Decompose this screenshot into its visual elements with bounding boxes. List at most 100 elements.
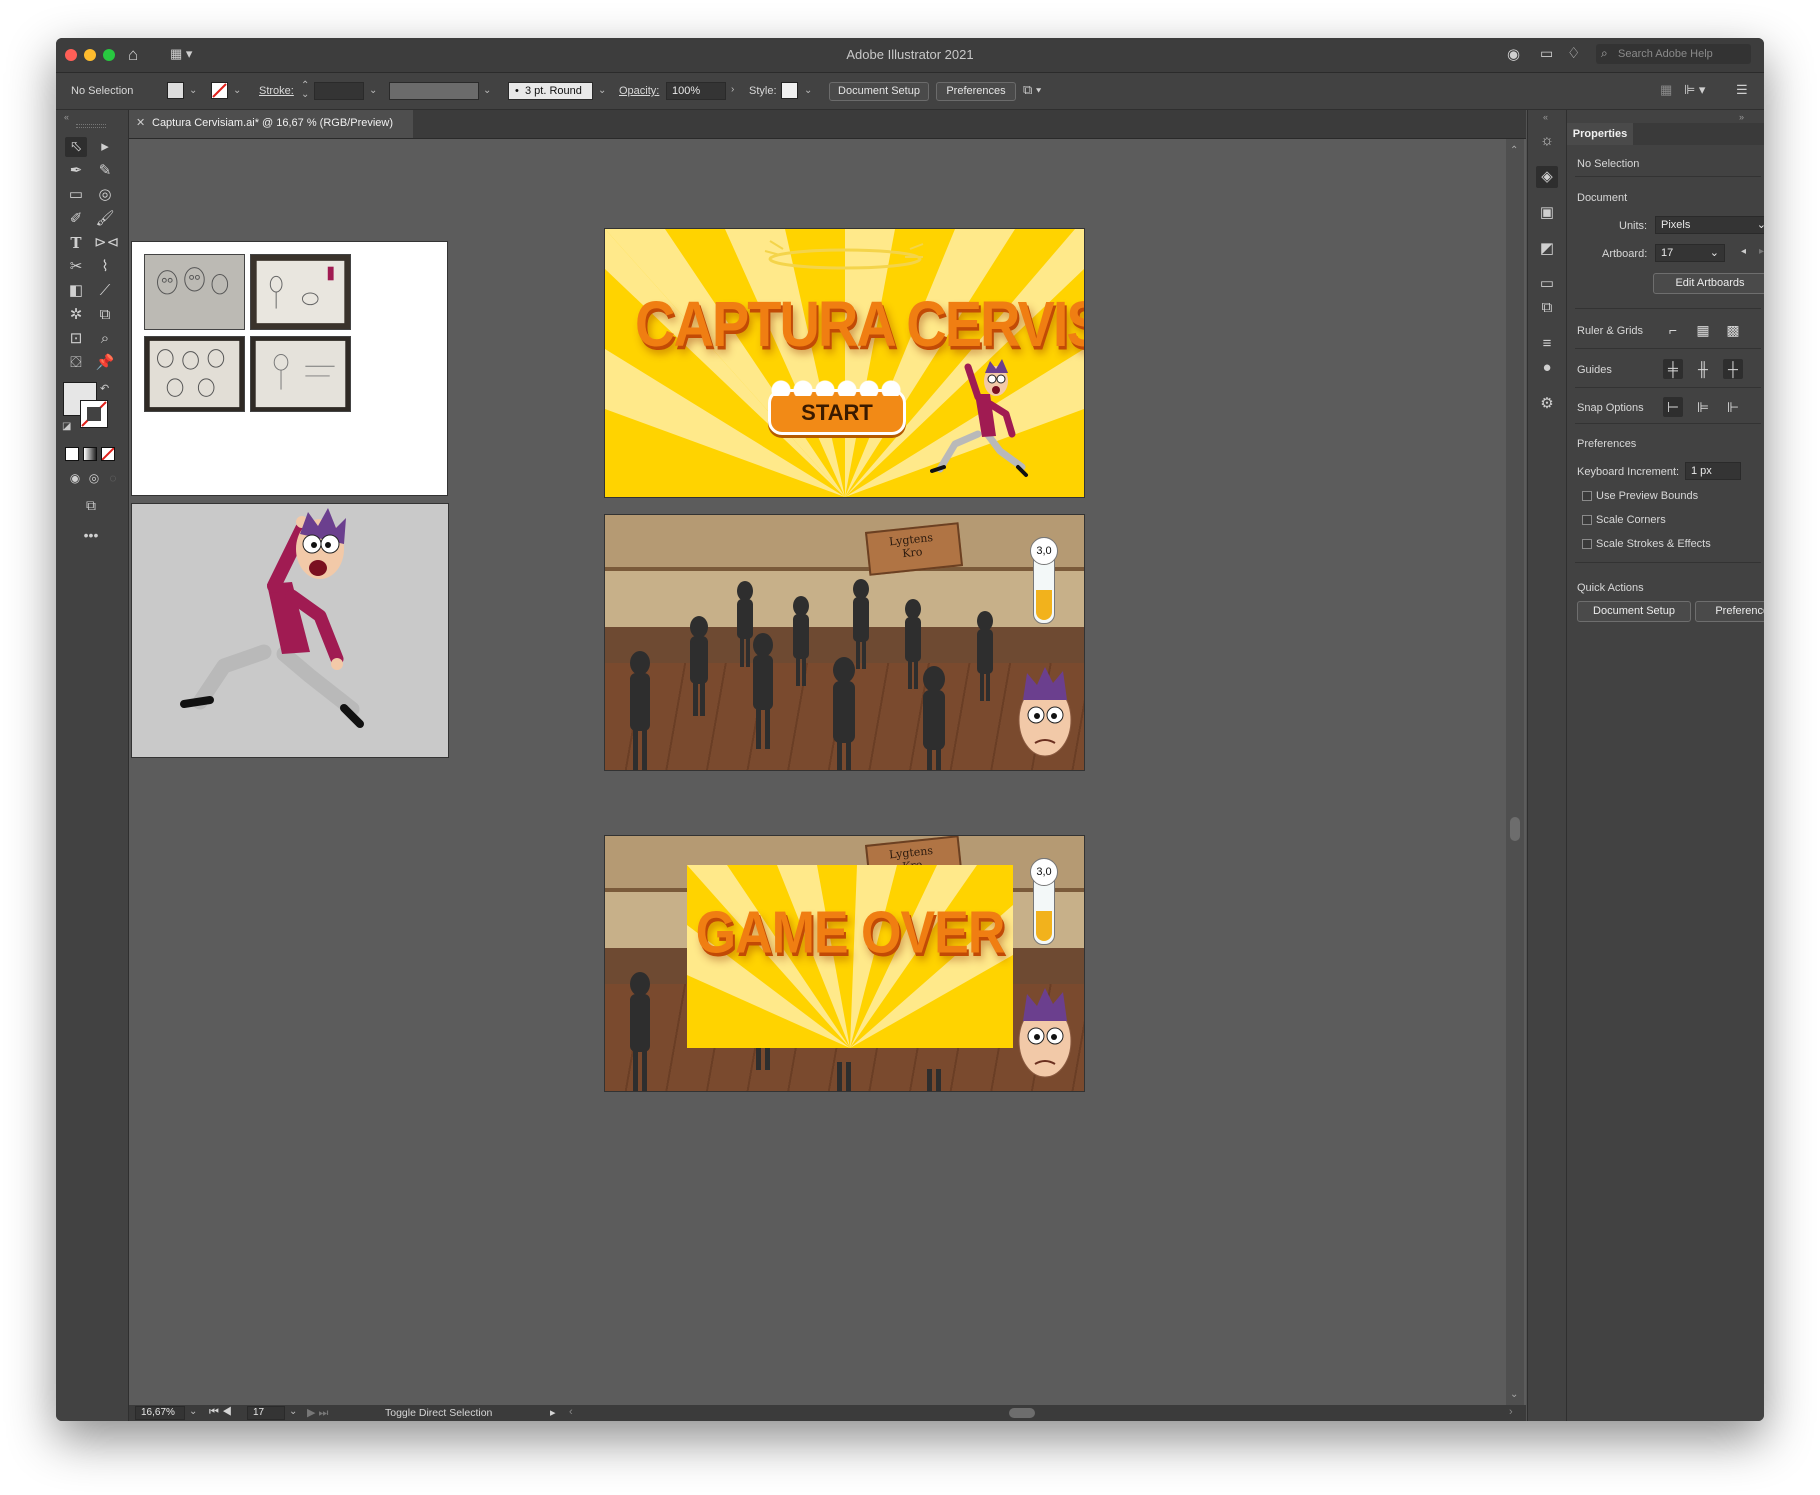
rulers-icon[interactable]: ⌐ [1663, 320, 1683, 340]
opacity-field[interactable]: 100% [666, 82, 726, 100]
start-button[interactable]: START [768, 380, 906, 435]
reflect-tool-icon[interactable]: ⊳⊲ [94, 233, 119, 253]
fill-swatch[interactable] [167, 82, 184, 99]
stroke-weight-stepper[interactable]: ⌃ ⌄ [301, 81, 309, 100]
artboard-select[interactable]: 17 ⌄ [1655, 244, 1725, 262]
artboard-first-prev-icons[interactable]: ⏮ ◀ [209, 1406, 232, 1419]
snap-to-pixel-icon[interactable]: ⊩ [1723, 397, 1743, 417]
qa-document-setup-button[interactable]: Document Setup [1577, 601, 1691, 622]
previous-artboard-icon[interactable]: ◂ [1741, 246, 1746, 257]
scissors-tool-icon[interactable]: ✂ [65, 257, 87, 277]
direct-selection-tool-icon[interactable]: ▸ [94, 137, 116, 157]
properties-icon[interactable]: ☼ [1536, 130, 1558, 152]
qa-preferences-button[interactable]: Preferences [1695, 601, 1764, 622]
panel-menu-icon[interactable]: ☰ [1736, 82, 1748, 98]
status-menu-icon[interactable]: ▸ [550, 1406, 556, 1419]
selection-tool-icon[interactable]: ⬁ [65, 137, 87, 157]
scale-strokes-checkbox[interactable] [1582, 539, 1592, 549]
default-colors-icon[interactable]: ◪ [62, 421, 71, 432]
horizontal-scroll-thumb[interactable] [1009, 1408, 1035, 1418]
artboard-next-last-icons[interactable]: ▶ ⏭ [307, 1406, 328, 1420]
properties-tab[interactable]: Properties [1567, 123, 1633, 145]
account-icon[interactable]: ◉ [1507, 45, 1520, 63]
close-tab-icon[interactable]: ✕ [136, 116, 145, 129]
artboard-character[interactable] [131, 503, 449, 758]
arrange-documents-icon[interactable]: ▭ [1540, 45, 1553, 62]
artboard-title-screen[interactable]: CAPTURA CERVISIAM START [604, 228, 1085, 498]
chevron-right-icon[interactable]: › [731, 84, 734, 95]
lock-guides-icon[interactable]: ╫ [1693, 359, 1713, 379]
swap-colors-icon[interactable]: ↶ [100, 382, 109, 395]
transform-icon[interactable]: ▦ [1660, 82, 1672, 98]
smart-guides-icon[interactable]: ┼ [1723, 359, 1743, 379]
collapse-panel-icon[interactable]: » [1739, 112, 1744, 122]
vertical-scroll-thumb[interactable] [1510, 817, 1520, 841]
chevron-down-icon[interactable]: ⌄ [804, 85, 812, 96]
snap-to-point-icon[interactable]: ⊢ [1663, 397, 1683, 417]
chevron-down-icon[interactable]: ⌄ [189, 85, 197, 96]
next-artboard-icon[interactable]: ▸ [1759, 246, 1764, 257]
symbol-sprayer-icon[interactable]: ◎ [94, 185, 116, 205]
expand-panels-icon[interactable]: « [1543, 112, 1548, 122]
zoom-tool-icon[interactable]: ⌕ [94, 329, 116, 349]
canvas[interactable]: CAPTURA CERVISIAM START [129, 139, 1526, 1405]
scroll-up-icon[interactable]: ⌃ [1510, 145, 1518, 156]
shaper-tool-icon[interactable]: ✐ [65, 209, 87, 229]
lightbulb-icon[interactable]: ♢ [1567, 44, 1580, 62]
edit-toolbar-icon[interactable]: ••• [80, 525, 102, 545]
live-paint-tool-icon[interactable]: ⛋ [65, 353, 87, 373]
paintbrush-tool-icon[interactable]: 🖌 [94, 209, 116, 229]
artboard-number-field[interactable]: 17 [247, 1406, 285, 1420]
puppet-warp-tool-icon[interactable]: ✲ [65, 305, 87, 325]
chevron-down-icon[interactable]: ⌄ [483, 85, 491, 96]
chevron-down-icon[interactable]: ⌄ [598, 85, 606, 96]
chevron-down-icon[interactable]: ⌄ [369, 85, 377, 96]
drag-handle[interactable] [76, 124, 106, 128]
scroll-left-icon[interactable]: ‹ [569, 1406, 573, 1418]
snap-to-grid-icon[interactable]: ⊫ [1693, 397, 1713, 417]
vertical-scrollbar[interactable]: ⌃ ⌄ [1506, 139, 1524, 1405]
units-select[interactable]: Pixels ⌄ [1655, 216, 1764, 234]
chevron-down-icon[interactable]: ⌄ [233, 85, 241, 96]
stroke-weight-field[interactable] [314, 82, 364, 100]
stroke-swatch[interactable] [211, 82, 228, 99]
show-guides-icon[interactable]: ╪ [1663, 359, 1683, 379]
stroke-label[interactable]: Stroke: [259, 85, 294, 97]
scale-corners-checkbox[interactable] [1582, 515, 1592, 525]
collapse-icon[interactable]: « [64, 112, 69, 122]
artboard-tool-icon[interactable]: ⊡ [65, 329, 87, 349]
edit-artboards-button[interactable]: Edit Artboards [1653, 273, 1764, 294]
stroke-icon[interactable]: ≡ [1536, 333, 1558, 355]
type-tool-icon[interactable]: T [65, 233, 87, 253]
appearance-icon[interactable]: ● [1536, 357, 1558, 379]
scroll-right-icon[interactable]: › [1509, 1406, 1513, 1418]
artboard-gameplay[interactable]: Lygtens Kro 3,0 [604, 514, 1085, 771]
none-mode-icon[interactable] [101, 447, 115, 461]
keyboard-increment-field[interactable]: 1 px [1685, 462, 1741, 480]
arrange-icon[interactable]: ⧉ ▾ [1023, 82, 1041, 98]
chevron-down-icon[interactable]: ⌄ [289, 1406, 297, 1417]
use-preview-bounds-checkbox[interactable] [1582, 491, 1592, 501]
document-setup-button[interactable]: Document Setup [829, 82, 929, 101]
search-help-field[interactable]: ⌕ Search Adobe Help [1596, 44, 1751, 64]
eyedropper-tool-icon[interactable]: ⟋ [94, 281, 116, 301]
swatches-icon[interactable]: ⚙ [1536, 393, 1558, 415]
grid-icon[interactable]: ▦ [1693, 320, 1713, 340]
layers-icon[interactable]: ◈ [1536, 166, 1558, 188]
artboard-sketches[interactable] [131, 241, 448, 496]
graphic-style-swatch[interactable] [781, 82, 798, 99]
transparency-grid-icon[interactable]: ▩ [1723, 320, 1743, 340]
opacity-label[interactable]: Opacity: [619, 85, 659, 97]
scroll-down-icon[interactable]: ⌄ [1510, 1389, 1518, 1400]
color-guide-icon[interactable]: ◩ [1536, 238, 1558, 260]
libraries-icon[interactable]: ▣ [1536, 202, 1558, 224]
shape-builder-tool-icon[interactable]: ⧉ [94, 305, 116, 325]
pen-tool-icon[interactable]: ✒ [65, 161, 87, 181]
curvature-tool-icon[interactable]: ✎ [94, 161, 116, 181]
chevron-down-icon[interactable]: ⌄ [189, 1406, 197, 1417]
stroke-color-swatch[interactable] [80, 400, 108, 428]
preferences-button[interactable]: Preferences [936, 82, 1016, 101]
pin-tool-icon[interactable]: 📌 [94, 353, 116, 373]
gradient-icon[interactable]: ▭ [1536, 273, 1558, 295]
rectangle-tool-icon[interactable]: ▭ [65, 185, 87, 205]
